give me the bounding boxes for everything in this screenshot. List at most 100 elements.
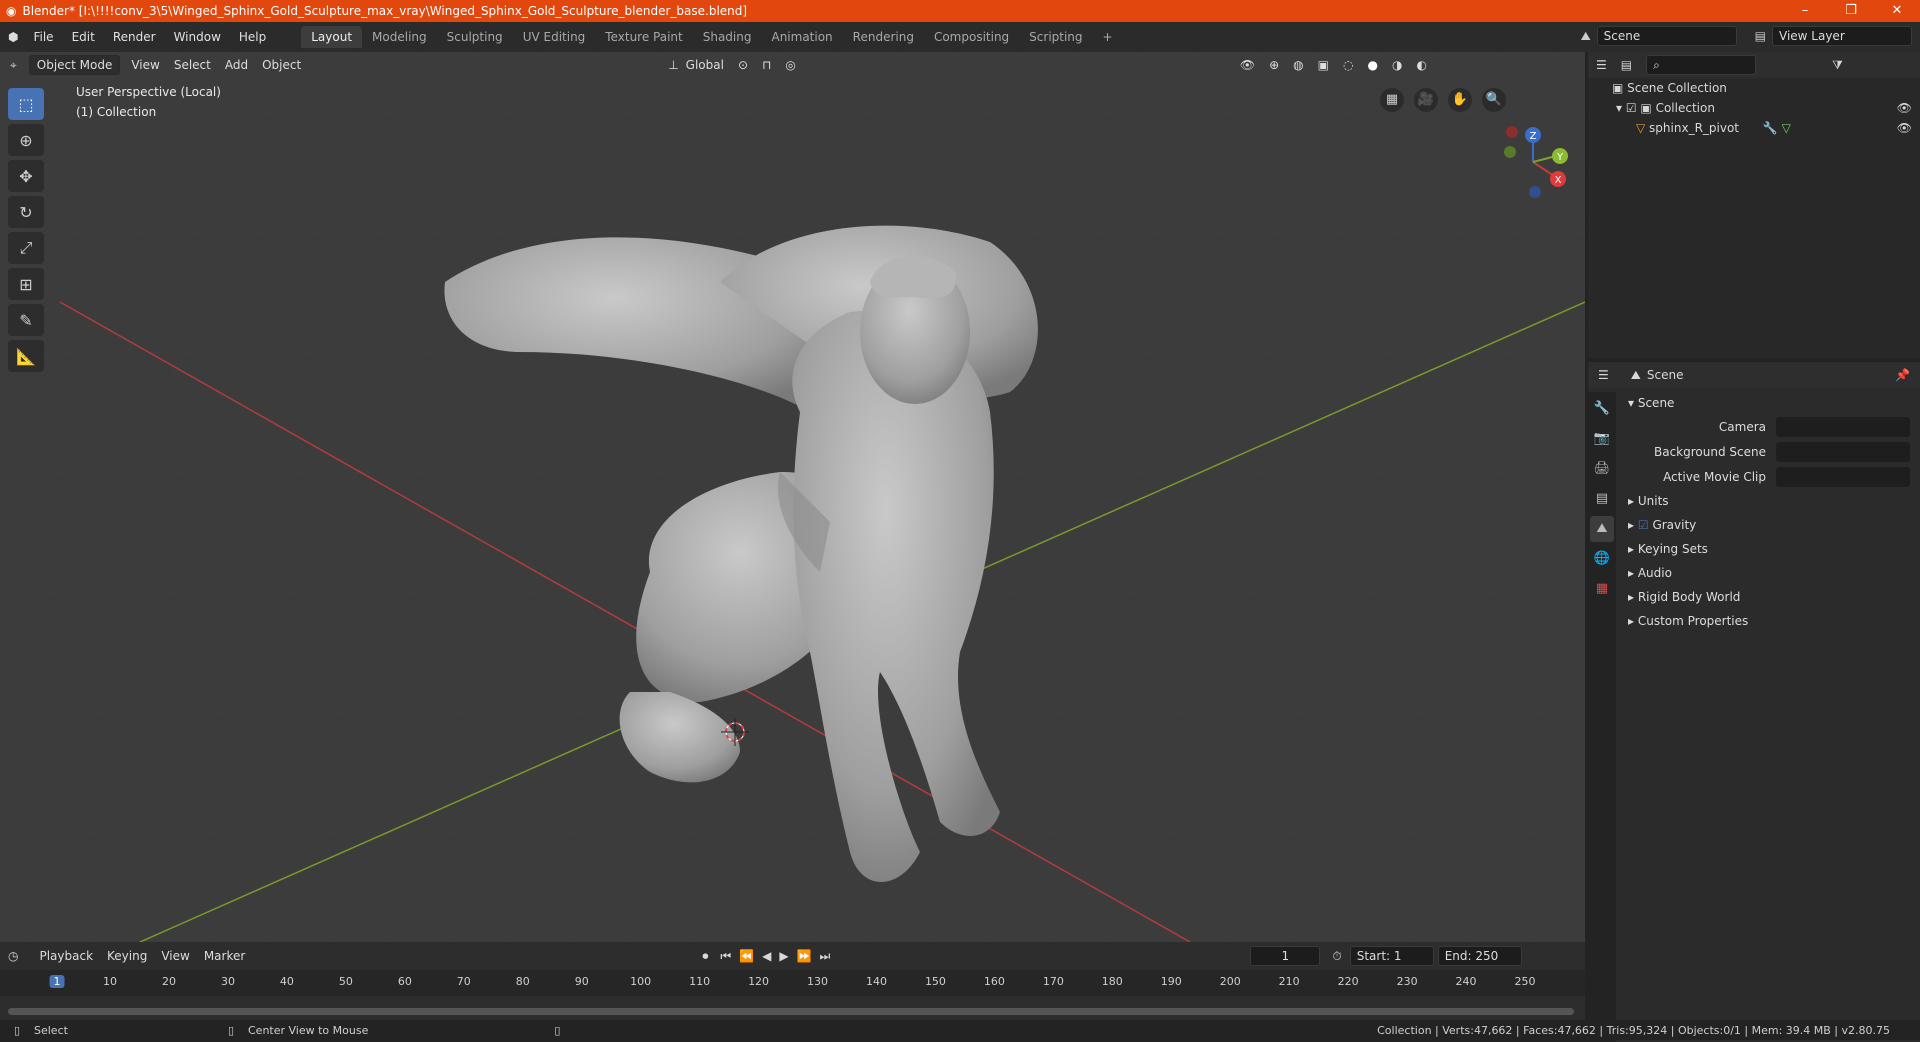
camera-view-icon[interactable]: 🎥 [1414, 88, 1438, 112]
collection-eye-icon[interactable]: 👁 [1897, 98, 1912, 118]
modifier-wrench-icon[interactable]: 🔧 [1763, 121, 1778, 135]
tab-modeling[interactable]: Modeling [362, 26, 437, 48]
view-layer-tab-icon[interactable]: ▤ [1590, 486, 1614, 512]
jump-end-icon[interactable]: ⏭ [820, 949, 831, 964]
stopwatch-icon[interactable]: ⏱ [1332, 949, 1341, 964]
properties-editor-icon[interactable]: ☰ [1598, 368, 1609, 382]
solid-shading-icon[interactable]: ● [1360, 58, 1384, 72]
blender-menu-icon[interactable]: ⬢ [8, 30, 18, 44]
outliner-collection-row[interactable]: ▾ ☑ ▣ Collection 👁 [1588, 98, 1920, 118]
filter-icon[interactable]: ⧩ [1832, 58, 1843, 73]
current-frame-field[interactable]: 1 [1250, 946, 1321, 966]
world-tab-icon[interactable]: 🌐 [1590, 546, 1614, 572]
tool-tab-icon[interactable]: 🔧 [1590, 396, 1614, 422]
timeline-ruler[interactable]: 1 10 20 30 40 50 60 70 80 90 100 110 120 130 140 150 160… [0, 970, 1585, 996]
tab-sculpting[interactable]: Sculpting [437, 26, 513, 48]
snap-icon[interactable]: ⊓ [755, 58, 778, 72]
scene-selector[interactable]: Scene [1596, 26, 1737, 46]
outliner-editor-icon[interactable]: ☰ [1596, 58, 1607, 72]
output-tab-icon[interactable]: 🖨 [1590, 456, 1614, 482]
active-movie-clip-field[interactable] [1776, 466, 1910, 487]
tab-texture-paint[interactable]: Texture Paint [595, 26, 692, 48]
annotate-tool-icon[interactable]: ✎ [8, 304, 44, 336]
viewport-menu-select[interactable]: Select [167, 58, 218, 72]
outliner-scene-collection[interactable]: ▣ Scene Collection [1588, 78, 1920, 98]
zoom-icon[interactable]: 🔍 [1482, 88, 1506, 112]
editor-type-icon[interactable]: ⌖ [10, 58, 17, 73]
maximize-button[interactable]: ❐ [1828, 0, 1874, 22]
start-frame-field[interactable]: Start: 1 [1349, 946, 1434, 966]
next-keyframe-icon[interactable]: ⏩ [797, 949, 812, 963]
overlay-toggle-icon[interactable]: ◍ [1286, 58, 1310, 72]
proportional-edit-icon[interactable]: ◎ [778, 58, 802, 72]
timeline-menu-marker[interactable]: Marker [197, 949, 252, 963]
menu-render[interactable]: Render [104, 30, 165, 44]
material-shading-icon[interactable]: ◑ [1385, 58, 1409, 72]
transform-orientation-selector[interactable]: Global [679, 58, 731, 72]
texture-tab-icon[interactable]: ▦ [1590, 576, 1614, 602]
timeline-menu-playback[interactable]: Playback [32, 949, 100, 963]
3d-viewport[interactable]: Z X Y ⌖ Object Mode View Select Add Obje… [0, 52, 1585, 942]
pivot-icon[interactable]: ⊙ [731, 58, 755, 72]
tab-compositing[interactable]: Compositing [924, 26, 1019, 48]
timeline-menu-view[interactable]: View [154, 949, 196, 963]
pin-icon[interactable]: 📌 [1895, 368, 1910, 382]
tab-scripting[interactable]: Scripting [1019, 26, 1092, 48]
gravity-subpanel[interactable]: ▸ ☑ Gravity [1618, 513, 1920, 537]
tab-uv-editing[interactable]: UV Editing [513, 26, 596, 48]
mesh-data-icon[interactable]: ▽ [1782, 121, 1791, 135]
timeline-menu-keying[interactable]: Keying [100, 949, 154, 963]
tab-layout[interactable]: Layout [301, 26, 363, 48]
tab-animation[interactable]: Animation [761, 26, 842, 48]
tab-rendering[interactable]: Rendering [843, 26, 924, 48]
gravity-checkbox[interactable]: ☑ [1638, 518, 1649, 532]
camera-field[interactable] [1776, 416, 1910, 437]
timeline-scrollbar[interactable] [8, 1008, 1574, 1015]
viewport-menu-add[interactable]: Add [218, 58, 255, 72]
outliner-search-input[interactable]: ⌕ [1646, 55, 1757, 75]
visibility-icon[interactable]: 👁 [1233, 58, 1262, 72]
move-tool-icon[interactable]: ✥ [8, 160, 44, 192]
keying-sets-subpanel[interactable]: ▸ Keying Sets [1618, 537, 1920, 561]
outliner-object-row[interactable]: ▽ sphinx_R_pivot 🔧 ▽ 👁 [1588, 118, 1920, 138]
viewport-menu-view[interactable]: View [124, 58, 166, 72]
cursor-tool-icon[interactable]: ⊕ [8, 124, 44, 156]
render-tab-icon[interactable]: 📷 [1590, 426, 1614, 452]
units-subpanel[interactable]: ▸ Units [1618, 489, 1920, 513]
prev-keyframe-icon[interactable]: ⏪ [739, 949, 754, 963]
rotate-tool-icon[interactable]: ↻ [8, 196, 44, 228]
menu-help[interactable]: Help [230, 30, 275, 44]
viewport-menu-object[interactable]: Object [255, 58, 308, 72]
add-workspace-button[interactable]: + [1093, 26, 1123, 48]
custom-properties-subpanel[interactable]: ▸ Custom Properties [1618, 609, 1920, 633]
gizmo-toggle-icon[interactable]: ⊕ [1262, 58, 1286, 72]
view-layer-selector[interactable]: View Layer [1772, 26, 1912, 46]
rigid-body-world-subpanel[interactable]: ▸ Rigid Body World [1618, 585, 1920, 609]
measure-tool-icon[interactable]: 📐 [8, 340, 44, 372]
audio-subpanel[interactable]: ▸ Audio [1618, 561, 1920, 585]
timeline-editor-icon[interactable]: ◷ [8, 949, 18, 963]
grid-view-icon[interactable]: ▦ [1380, 88, 1404, 112]
end-frame-field[interactable]: End: 250 [1437, 946, 1522, 966]
scale-tool-icon[interactable]: ⤢ [8, 232, 44, 264]
play-icon[interactable]: ▶ [779, 949, 788, 963]
tab-shading[interactable]: Shading [693, 26, 762, 48]
play-reverse-icon[interactable]: ◀ [762, 949, 771, 963]
jump-start-icon[interactable]: ⏮ [720, 949, 731, 964]
minimize-button[interactable]: – [1782, 0, 1828, 22]
pan-hand-icon[interactable]: ✋ [1448, 88, 1472, 112]
scene-tab-icon[interactable]: ⛰ [1590, 516, 1614, 542]
xray-toggle-icon[interactable]: ▣ [1311, 58, 1336, 72]
rendered-shading-icon[interactable]: ◐ [1409, 58, 1433, 72]
select-box-tool-icon[interactable]: ⬚ [8, 88, 44, 120]
scene-panel-header[interactable]: ▾ Scene [1618, 392, 1920, 414]
close-button[interactable]: ✕ [1874, 0, 1920, 22]
menu-window[interactable]: Window [165, 30, 230, 44]
menu-file[interactable]: File [24, 30, 62, 44]
record-button-icon[interactable]: ⏺ [702, 949, 708, 964]
transform-tool-icon[interactable]: ⊞ [8, 268, 44, 300]
mode-selector[interactable]: Object Mode [28, 55, 121, 75]
object-eye-icon[interactable]: 👁 [1897, 118, 1912, 138]
background-scene-field[interactable] [1776, 441, 1910, 462]
expand-collection-icon[interactable]: ▾ [1616, 101, 1626, 115]
